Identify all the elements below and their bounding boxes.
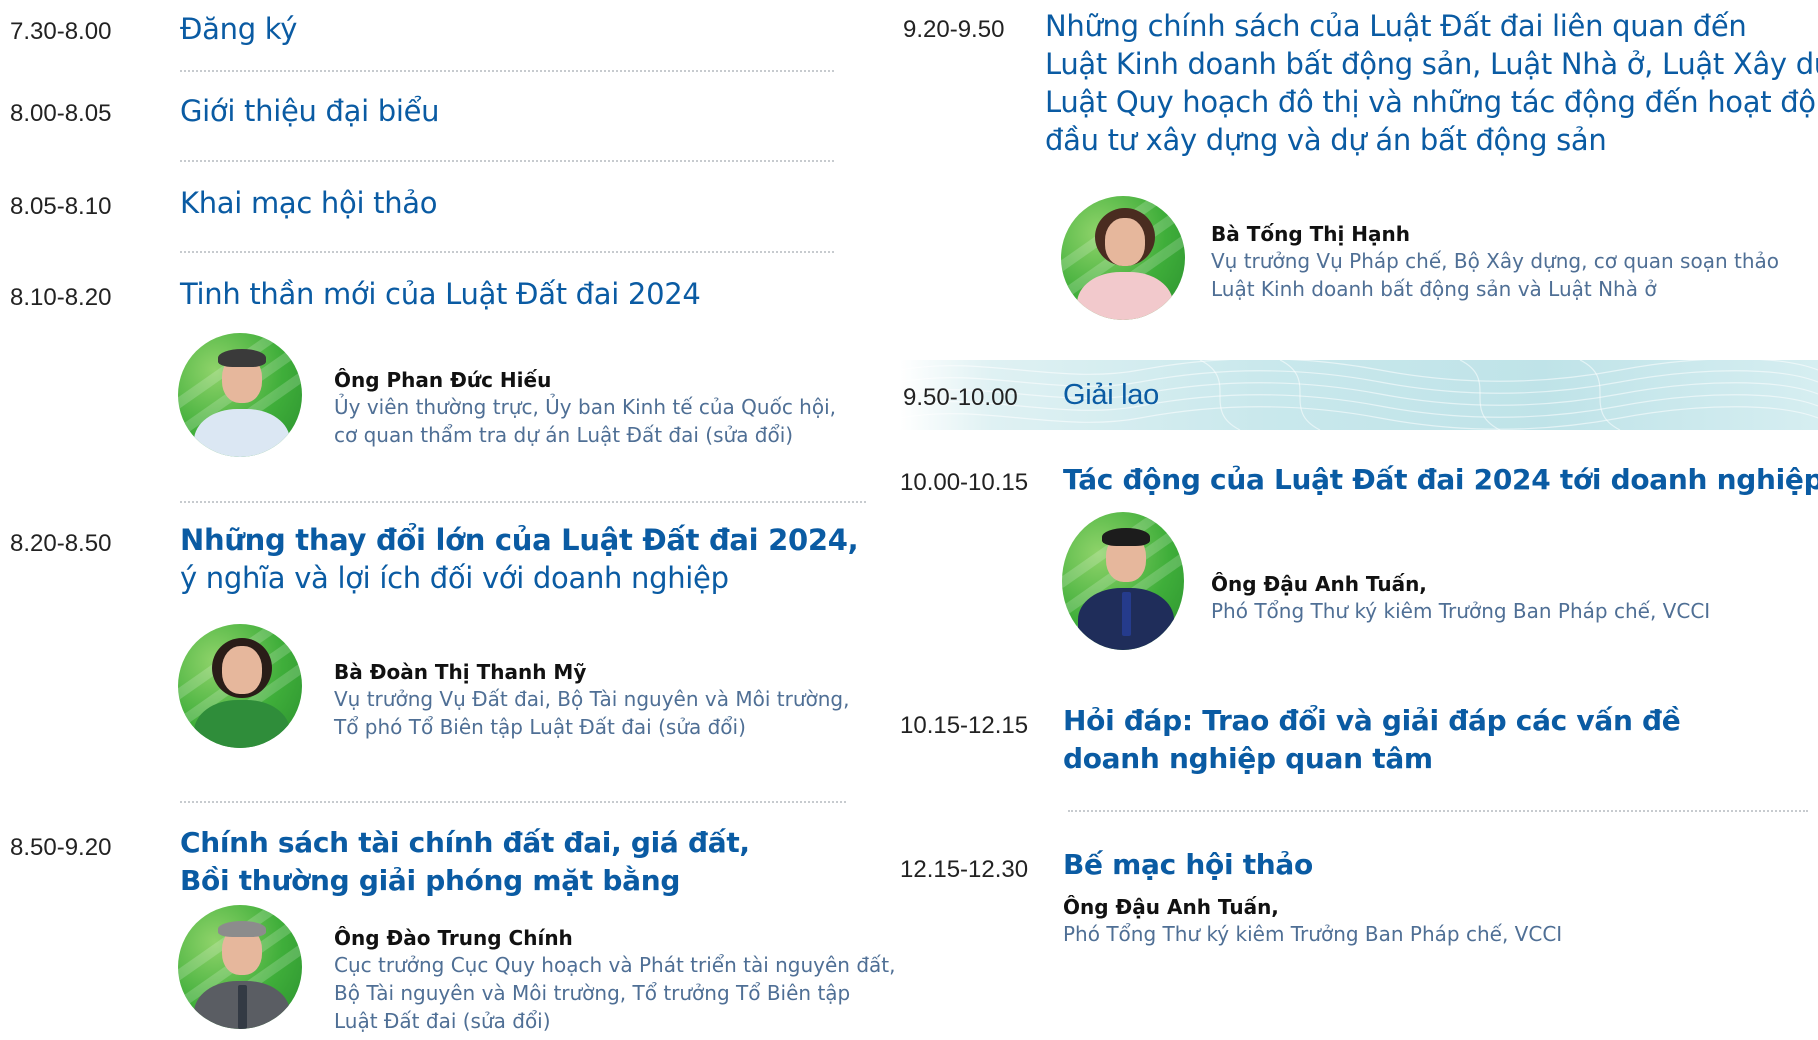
session-title: Những thay đổi lớn của Luật Đất đai 2024…	[180, 521, 859, 597]
session-title-line: Hỏi đáp: Trao đổi và giải đáp các vấn đề	[1063, 704, 1681, 737]
session-title: Giới thiệu đại biểu	[180, 94, 440, 128]
session-title-line: doanh nghiệp quan tâm	[1063, 742, 1433, 775]
speaker-role: cơ quan thẩm tra dự án Luật Đất đai (sửa…	[334, 423, 794, 447]
speaker-name: Bà Đoàn Thị Thanh Mỹ	[334, 660, 587, 684]
dotted-divider	[180, 801, 846, 803]
speaker-photo-avatar	[1061, 196, 1185, 320]
speaker-role: Vụ trưởng Vụ Đất đai, Bộ Tài nguyên và M…	[334, 687, 850, 711]
speaker-role: Cục trưởng Cục Quy hoạch và Phát triển t…	[334, 953, 896, 977]
speaker-info: Bà Đoàn Thị Thanh Mỹ Vụ trưởng Vụ Đất đa…	[334, 659, 849, 741]
dotted-divider	[180, 251, 834, 253]
session-time: 12.15-12.30	[900, 856, 1029, 883]
session-time: 10.15-12.15	[900, 712, 1029, 739]
speaker-name: Ông Đậu Anh Tuấn,	[1211, 572, 1427, 596]
session-time: 8.20-8.50	[10, 530, 112, 557]
speaker-role: Phó Tổng Thư ký kiêm Trưởng Ban Pháp chế…	[1211, 599, 1711, 623]
speaker-info: Ông Đậu Anh Tuấn, Phó Tổng Thư ký kiêm T…	[1211, 571, 1710, 625]
session-time: 8.10-8.20	[10, 284, 112, 311]
session-title: Chính sách tài chính đất đai, giá đất, B…	[180, 824, 750, 900]
session-time: 8.50-9.20	[10, 834, 112, 861]
speaker-name: Ông Đào Trung Chính	[334, 926, 573, 950]
speaker-name: Bà Tống Thị Hạnh	[1211, 222, 1411, 246]
session-title-line: Chính sách tài chính đất đai, giá đất,	[180, 826, 750, 859]
session-title-line: đầu tư xây dựng và dự án bất động sản	[1045, 123, 1607, 157]
speaker-role: Luật Đất đai (sửa đổi)	[334, 1009, 551, 1033]
session-time: 10.00-10.15	[900, 469, 1029, 496]
speaker-info: Ông Đào Trung Chính Cục trưởng Cục Quy h…	[334, 925, 895, 1035]
session-title: Những chính sách của Luật Đất đai liên q…	[1045, 7, 1818, 159]
speaker-photo-avatar	[178, 333, 302, 457]
session-title: Đăng ký	[180, 12, 298, 46]
session-time: 8.05-8.10	[10, 193, 112, 220]
wave-pattern-icon	[900, 360, 1818, 430]
session-title-line: Luật Quy hoạch đô thị và những tác động …	[1045, 85, 1818, 119]
speaker-role: Vụ trưởng Vụ Pháp chế, Bộ Xây dựng, cơ q…	[1211, 249, 1779, 273]
session-title-line: Những chính sách của Luật Đất đai liên q…	[1045, 9, 1747, 43]
session-title: Tác động của Luật Đất đai 2024 tới doanh…	[1063, 463, 1818, 496]
speaker-role: Ủy viên thường trực, Ủy ban Kinh tế của …	[334, 395, 836, 419]
session-time: 7.30-8.00	[10, 18, 112, 45]
session-title-line: Bồi thường giải phóng mặt bằng	[180, 864, 681, 897]
session-time: 9.50-10.00	[903, 384, 1018, 411]
dotted-divider	[1068, 810, 1808, 812]
break-background-band	[900, 360, 1818, 430]
speaker-info: Ông Phan Đức Hiếu Ủy viên thường trực, Ủ…	[334, 367, 836, 449]
speaker-name: Ông Phan Đức Hiếu	[334, 368, 552, 392]
speaker-role: Luật Kinh doanh bất động sản và Luật Nhà…	[1211, 277, 1657, 301]
speaker-role: Tổ phó Tổ Biên tập Luật Đất đai (sửa đổi…	[334, 715, 746, 739]
speaker-role: Phó Tổng Thư ký kiêm Trưởng Ban Pháp chế…	[1063, 922, 1563, 946]
session-title: Tinh thần mới của Luật Đất đai 2024	[180, 277, 701, 311]
speaker-name: Ông Đậu Anh Tuấn,	[1063, 895, 1279, 919]
session-title-line: ý nghĩa và lợi ích đối với doanh nghiệp	[180, 561, 729, 595]
dotted-divider	[180, 70, 834, 72]
speaker-photo-avatar	[178, 905, 302, 1029]
speaker-photo-avatar	[178, 624, 302, 748]
session-title: Khai mạc hội thảo	[180, 186, 438, 220]
dotted-divider	[180, 160, 834, 162]
session-title: Giải lao	[1063, 379, 1159, 411]
session-title-line: Những thay đổi lớn của Luật Đất đai 2024…	[180, 523, 859, 557]
speaker-photo-avatar	[1062, 512, 1184, 650]
session-title: Hỏi đáp: Trao đổi và giải đáp các vấn đề…	[1063, 702, 1681, 778]
session-time: 8.00-8.05	[10, 100, 112, 127]
speaker-info: Bà Tống Thị Hạnh Vụ trưởng Vụ Pháp chế, …	[1211, 221, 1779, 303]
session-title: Bế mạc hội thảo	[1063, 848, 1313, 881]
speaker-info: Ông Đậu Anh Tuấn, Phó Tổng Thư ký kiêm T…	[1063, 894, 1562, 948]
session-time: 9.20-9.50	[903, 16, 1005, 43]
dotted-divider	[180, 501, 866, 503]
speaker-role: Bộ Tài nguyên và Môi trường, Tổ trưởng T…	[334, 981, 851, 1005]
session-title-line: Luật Kinh doanh bất động sản, Luật Nhà ở…	[1045, 47, 1818, 81]
